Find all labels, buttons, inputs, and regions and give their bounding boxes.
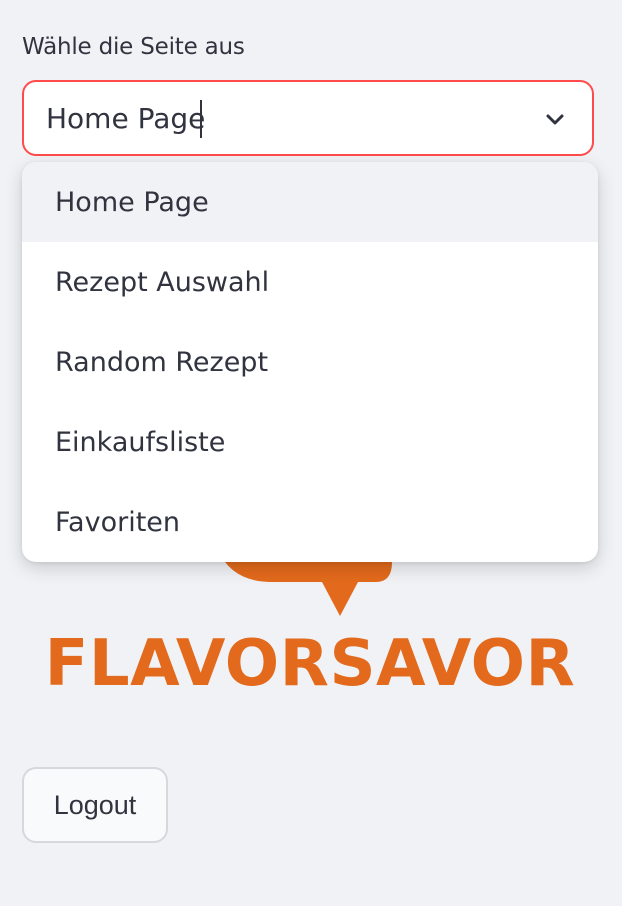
option-favoriten[interactable]: Favoriten [22, 482, 598, 562]
page-select-label: Wähle die Seite aus [22, 34, 245, 60]
option-einkaufsliste[interactable]: Einkaufsliste [22, 402, 598, 482]
option-home-page[interactable]: Home Page [22, 162, 598, 242]
option-random-rezept[interactable]: Random Rezept [22, 322, 598, 402]
logo-wordmark: FLAVORSAVOR [44, 627, 576, 701]
option-rezept-auswahl[interactable]: Rezept Auswahl [22, 242, 598, 322]
page-dropdown-menu: Home Page Rezept Auswahl Random Rezept E… [22, 162, 598, 562]
page-select[interactable]: Home Page [22, 80, 594, 156]
logout-button[interactable]: Logout [22, 767, 168, 843]
chevron-down-icon[interactable] [544, 108, 566, 130]
text-cursor [200, 100, 202, 138]
page-select-value: Home Page [46, 102, 206, 135]
